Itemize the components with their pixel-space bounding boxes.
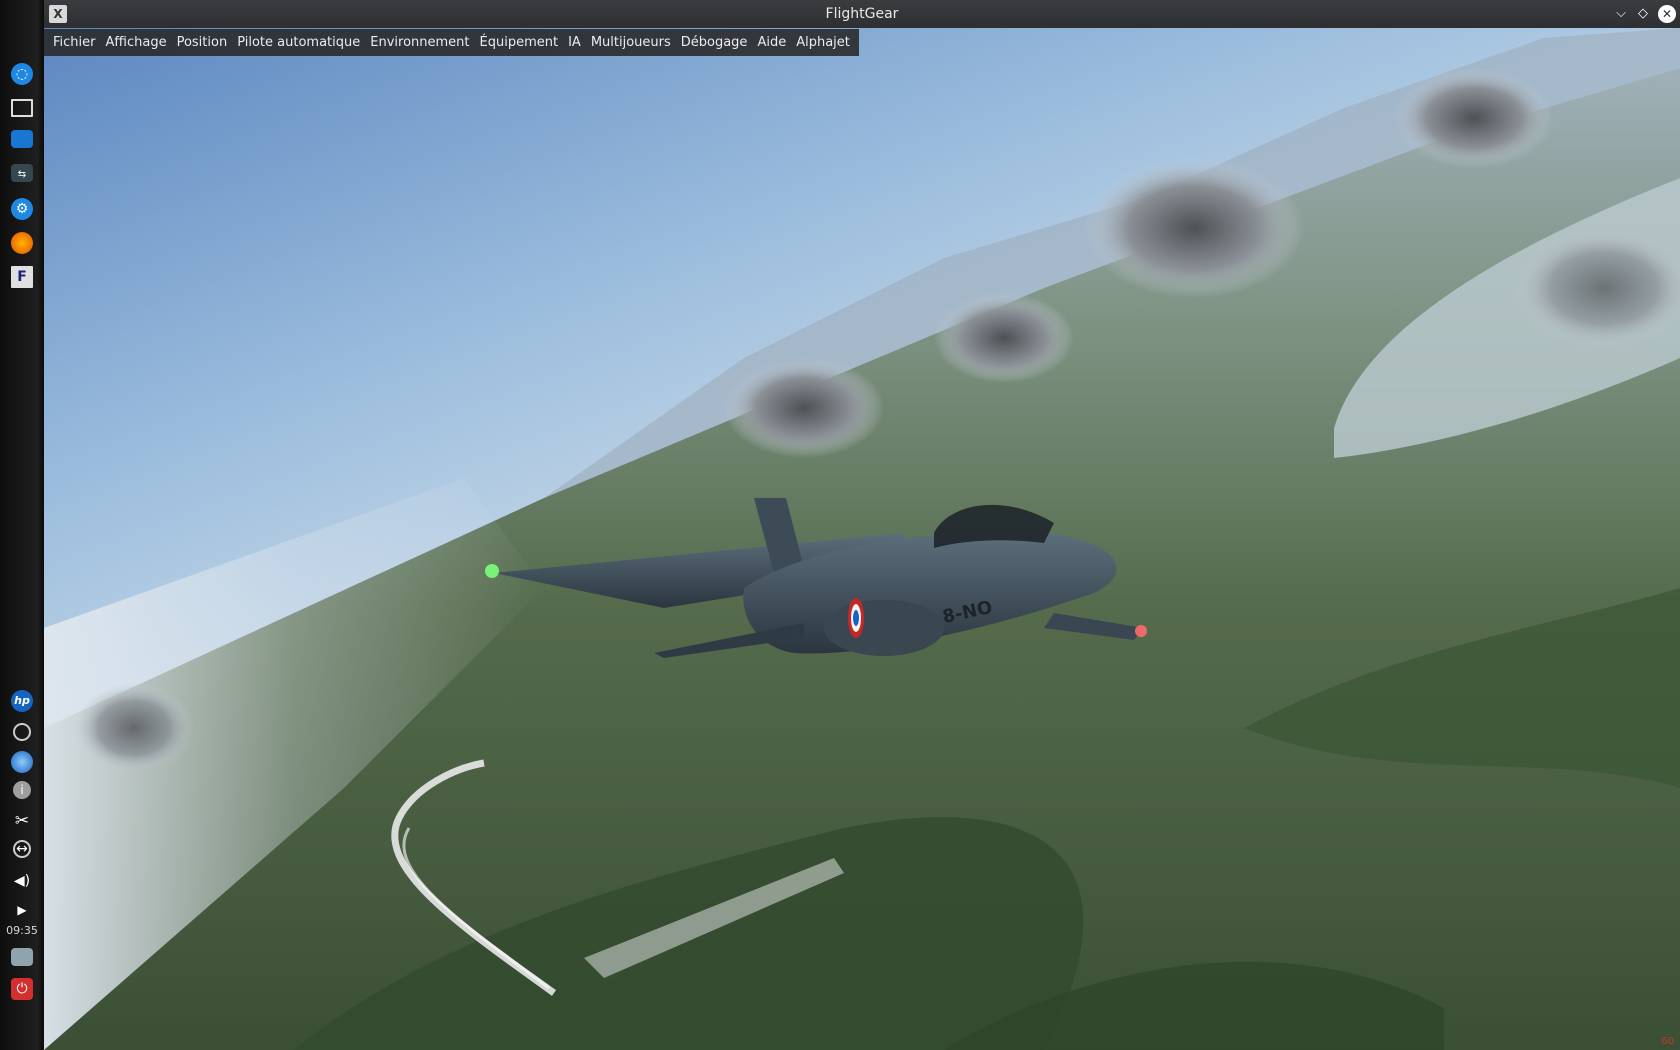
menu-fichier[interactable]: Fichier (48, 29, 101, 56)
removable-drive-icon[interactable] (11, 948, 33, 966)
volume-icon[interactable]: ◀) (11, 870, 33, 892)
menu-pilote-automatique[interactable]: Pilote automatique (232, 29, 365, 56)
fps-counter: 60 (1661, 1036, 1674, 1047)
system-settings-icon[interactable]: ⚙ (11, 198, 33, 220)
menu-position[interactable]: Position (172, 29, 233, 56)
menubar: Fichier Affichage Position Pilote automatiq… (44, 29, 859, 56)
usb-icon[interactable]: ↔ (13, 840, 31, 858)
firefox-icon[interactable] (11, 232, 33, 254)
expand-tray-icon[interactable]: ▶ (11, 899, 33, 921)
menu-affichage[interactable]: Affichage (101, 29, 172, 56)
menu-equipement[interactable]: Équipement (475, 29, 564, 56)
window-titlebar[interactable]: X FlightGear ⌵ ◇ ✕ (44, 0, 1680, 28)
menu-aide[interactable]: Aide (752, 29, 791, 56)
menu-alphajet[interactable]: Alphajet (791, 29, 855, 56)
power-icon[interactable]: ⏻ (11, 978, 33, 1000)
hp-icon[interactable]: hp (11, 690, 33, 712)
network-globe-icon[interactable] (11, 751, 33, 773)
update-icon[interactable] (13, 723, 31, 741)
info-icon[interactable]: i (13, 781, 31, 799)
clock[interactable]: 09:35 (0, 924, 44, 937)
folder-icon[interactable] (11, 130, 33, 148)
taskbar: ◌ ⇆ ⚙ F hp i ✂ ↔ ◀) ▶ 09:35 ⏻ (0, 0, 44, 1050)
menu-debogage[interactable]: Débogage (676, 29, 753, 56)
desktop: ◌ ⇆ ⚙ F hp i ✂ ↔ ◀) ▶ 09:35 ⏻ X FlightGe… (0, 0, 1680, 1050)
settings-panel-icon[interactable]: ⇆ (11, 164, 33, 182)
menu-multijoueurs[interactable]: Multijoueurs (586, 29, 676, 56)
menu-ia[interactable]: IA (563, 29, 586, 56)
menu-environnement[interactable]: Environnement (365, 29, 474, 56)
minimize-icon[interactable]: ⌵ (1612, 5, 1630, 23)
maximize-icon[interactable]: ◇ (1634, 5, 1652, 23)
scissors-icon[interactable]: ✂ (11, 810, 33, 832)
flight-scene: 8-NO (44, 28, 1680, 1050)
desktop-icon[interactable] (11, 99, 33, 117)
window-title: FlightGear (825, 6, 899, 22)
close-icon[interactable]: ✕ (1658, 5, 1676, 23)
kde-menu-icon[interactable]: ◌ (11, 63, 33, 85)
flightgear-icon[interactable]: F (11, 266, 33, 288)
simulation-viewport[interactable]: 8-NO 60 (44, 28, 1680, 1050)
